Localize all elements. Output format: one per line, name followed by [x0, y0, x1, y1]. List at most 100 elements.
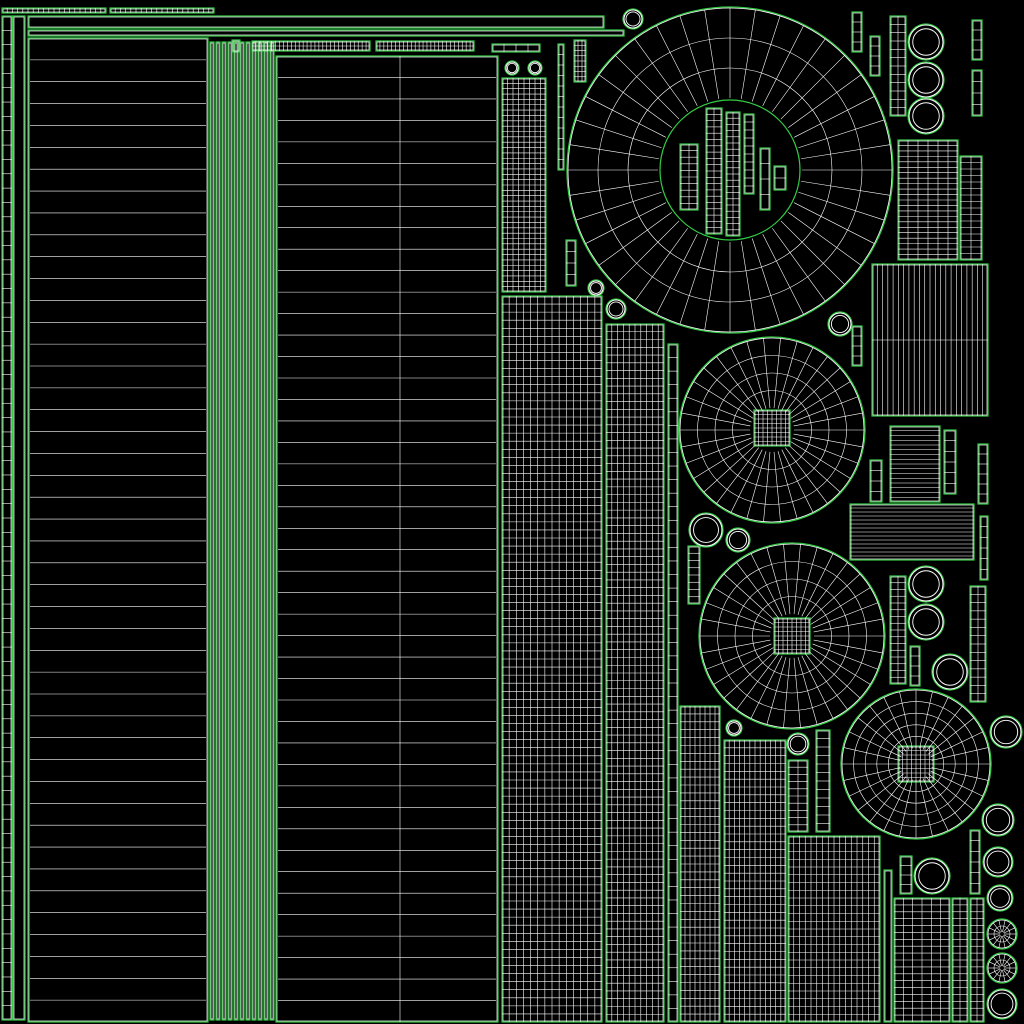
ring-r15-outer	[914, 858, 950, 894]
ring-r7-border	[907, 565, 945, 603]
disc-medium-a-spoke	[693, 381, 754, 419]
disc-large-top-spoke	[740, 9, 756, 99]
disc-medium-b-spoke	[808, 650, 861, 699]
mini-disc-b-spoke	[989, 968, 1001, 975]
ring-r5-outer	[689, 513, 723, 547]
disc-medium-a-spoke	[792, 437, 858, 464]
tiny-ring-c-inner	[590, 282, 602, 294]
disc-large-top-spoke	[569, 180, 659, 196]
ring-r14-outer	[987, 989, 1017, 1019]
disc-large-top-spoke	[679, 238, 709, 325]
ring-r1-outer	[908, 24, 944, 60]
ring-r4-inner	[830, 314, 850, 334]
disc-medium-a-spoke	[788, 367, 841, 416]
vertical-strip-4-outline	[234, 42, 238, 1020]
tiny-ring-c-outer	[588, 280, 604, 296]
ring-r2-border	[907, 61, 945, 99]
ring-r1-inner	[912, 28, 940, 56]
disc-medium-b-spoke	[810, 587, 871, 625]
disc-medium-a-spoke	[788, 444, 841, 493]
ring-r10-inner	[993, 719, 1019, 745]
ring-b2-inner	[728, 722, 740, 734]
disc-large-top-spoke	[569, 144, 659, 160]
disc-medium-c-spoke	[899, 691, 913, 749]
mini-disc-a-spoke	[989, 927, 1001, 934]
disc-medium-b-spoke	[713, 647, 774, 685]
mini-disc-a-spoke	[1003, 934, 1015, 941]
ring-r5-border	[688, 512, 724, 548]
ring-r5-inner	[693, 517, 719, 543]
ring-r1-border	[907, 23, 945, 61]
disc-medium-c-spoke	[919, 691, 933, 749]
vertical-strip-0-outline	[210, 42, 214, 1020]
ring-r11-border	[981, 803, 1015, 837]
disc-medium-b-spoke	[736, 653, 779, 710]
panel-large-mid-outline	[276, 56, 498, 1022]
disc-medium-a-spoke	[703, 444, 756, 493]
tiny-ring-e-outer	[623, 9, 643, 29]
tiny-ring-b-outer	[528, 61, 542, 75]
vertical-strip-3-outline	[228, 42, 232, 1020]
vertical-strip-9	[263, 41, 269, 1021]
vertical-strip-7	[251, 41, 257, 1021]
vertical-strip-3	[227, 41, 233, 1021]
ring-r13-inner	[990, 888, 1010, 908]
disc-medium-c-spoke	[899, 779, 913, 837]
disc-large-top-spoke	[575, 119, 662, 149]
disc-medium-b-spoke	[706, 602, 772, 629]
vertical-strip-6	[245, 41, 251, 1021]
wireframe-layer	[2, 7, 1022, 1022]
disc-large-top-spoke	[801, 180, 891, 196]
top-long-strip	[27, 15, 605, 29]
disc-large-top-spoke	[751, 15, 781, 102]
disc-medium-b-spoke	[813, 618, 883, 633]
mini-disc-b-spoke	[1003, 968, 1015, 975]
ring-r12-outer	[983, 847, 1013, 877]
disc-medium-b-spoke	[810, 647, 871, 685]
disc-medium-a-spoke	[790, 441, 851, 479]
tiny-ring-b-inner	[529, 62, 541, 74]
ring-b2-outer	[726, 720, 742, 736]
disc-medium-c-spoke	[931, 747, 989, 761]
disc-medium-a-spoke	[681, 412, 751, 427]
mini-disc-a-spoke	[1003, 927, 1015, 934]
left-strip-b-outline	[13, 16, 25, 1020]
vertical-strip-8-outline	[258, 42, 262, 1020]
vertical-strip-1	[215, 41, 221, 1021]
disc-medium-c-spoke	[919, 779, 933, 837]
disc-medium-a-spoke	[785, 356, 828, 413]
mini-disc-b-spoke	[1003, 961, 1015, 968]
disc-medium-b-spoke	[808, 573, 861, 622]
disc-large-top-spoke	[575, 191, 662, 221]
island-border-layer	[1, 6, 1023, 1023]
tiny-ring-e-inner	[625, 11, 641, 27]
panel-large-left-outline	[28, 38, 208, 1022]
ring-r9-outer	[932, 654, 968, 690]
disc-large-top-spoke	[798, 119, 885, 149]
disc-medium-a-spoke	[703, 367, 756, 416]
disc-medium-a-spoke	[686, 396, 752, 423]
ring-b1-inner	[789, 735, 807, 753]
disc-medium-a-spoke	[693, 441, 754, 479]
disc-large-top-spoke	[801, 144, 891, 160]
disc-medium-b-spoke	[736, 562, 779, 619]
ring-r3-border	[907, 97, 945, 135]
vertical-strip-9-outline	[264, 42, 268, 1020]
disc-medium-b-spoke	[713, 587, 774, 625]
disc-medium-a-spoke	[793, 433, 863, 448]
disc-medium-b-spoke	[706, 643, 772, 670]
vertical-strip-8	[257, 41, 263, 1021]
disc-medium-c-spoke	[843, 767, 901, 781]
ring-r9-inner	[936, 658, 964, 686]
ring-r11-outer	[982, 804, 1014, 836]
vertical-strip-2-outline	[222, 42, 226, 1020]
ring-r8-outer	[908, 604, 944, 640]
disc-medium-c-spoke	[843, 747, 901, 761]
disc-medium-b-spoke	[813, 639, 883, 654]
disc-medium-a-spoke	[793, 412, 863, 427]
disc-large-top-spoke	[704, 9, 720, 99]
mini-disc-a-spoke	[989, 934, 1001, 941]
vertical-strip-4	[233, 41, 239, 1021]
disc-large-top-spoke	[704, 241, 720, 331]
ring-r6-inner	[728, 530, 748, 550]
